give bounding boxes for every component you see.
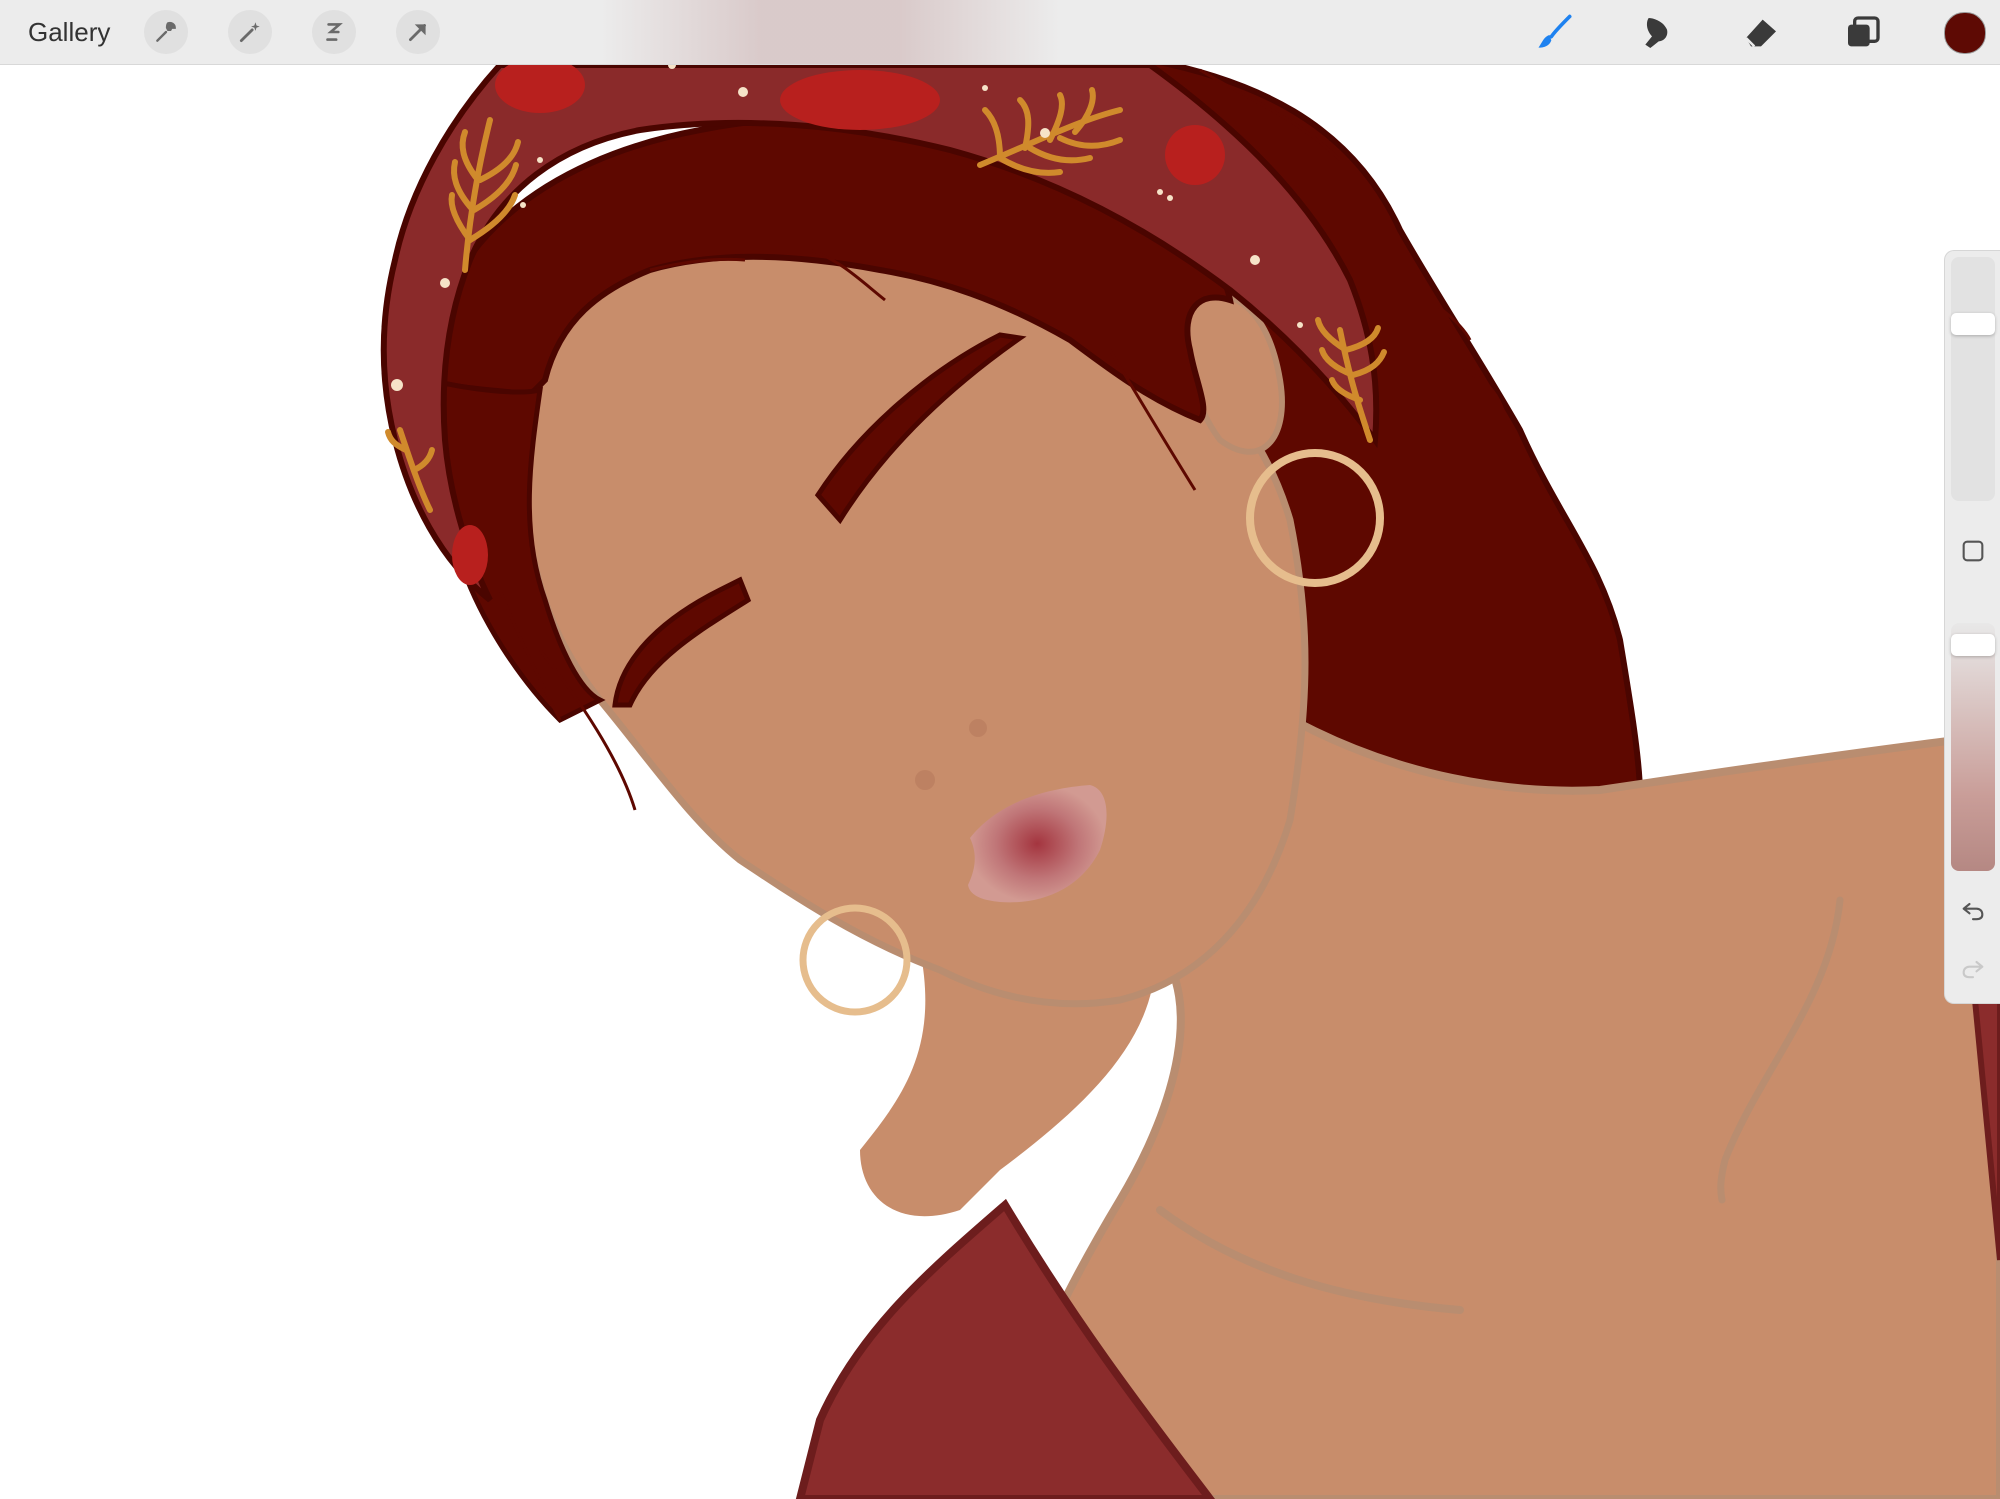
magic-wand-icon[interactable] — [228, 10, 272, 54]
layers-icon[interactable] — [1840, 10, 1886, 56]
nostril — [915, 770, 935, 790]
color-swatch[interactable] — [1944, 12, 1986, 54]
selection-icon[interactable] — [312, 10, 356, 54]
top-toolbar: Gallery — [0, 0, 2000, 65]
nostril — [969, 719, 987, 737]
smudge-icon[interactable] — [1634, 10, 1680, 56]
eraser-icon[interactable] — [1738, 10, 1784, 56]
side-toolbar — [1944, 250, 2000, 1004]
brush-size-thumb[interactable] — [1951, 312, 1995, 335]
brush-size-slider[interactable] — [1951, 257, 1995, 501]
wrench-icon[interactable] — [144, 10, 188, 54]
scarf-spot — [495, 57, 585, 113]
opacity-slider[interactable] — [1951, 623, 1995, 871]
toolbar-shade — [600, 0, 1060, 64]
redo-icon[interactable] — [1953, 949, 1993, 989]
move-arrow-icon[interactable] — [396, 10, 440, 54]
undo-icon[interactable] — [1953, 891, 1993, 931]
modify-square-icon[interactable] — [1953, 531, 1993, 571]
opacity-thumb[interactable] — [1951, 634, 1995, 657]
gallery-button[interactable]: Gallery — [28, 14, 110, 50]
scarf-spot — [452, 525, 488, 585]
scarf-spot — [1165, 125, 1225, 185]
brush-icon[interactable] — [1532, 10, 1578, 56]
drawing-canvas[interactable] — [0, 0, 2000, 1499]
scarf-spot — [780, 70, 940, 130]
